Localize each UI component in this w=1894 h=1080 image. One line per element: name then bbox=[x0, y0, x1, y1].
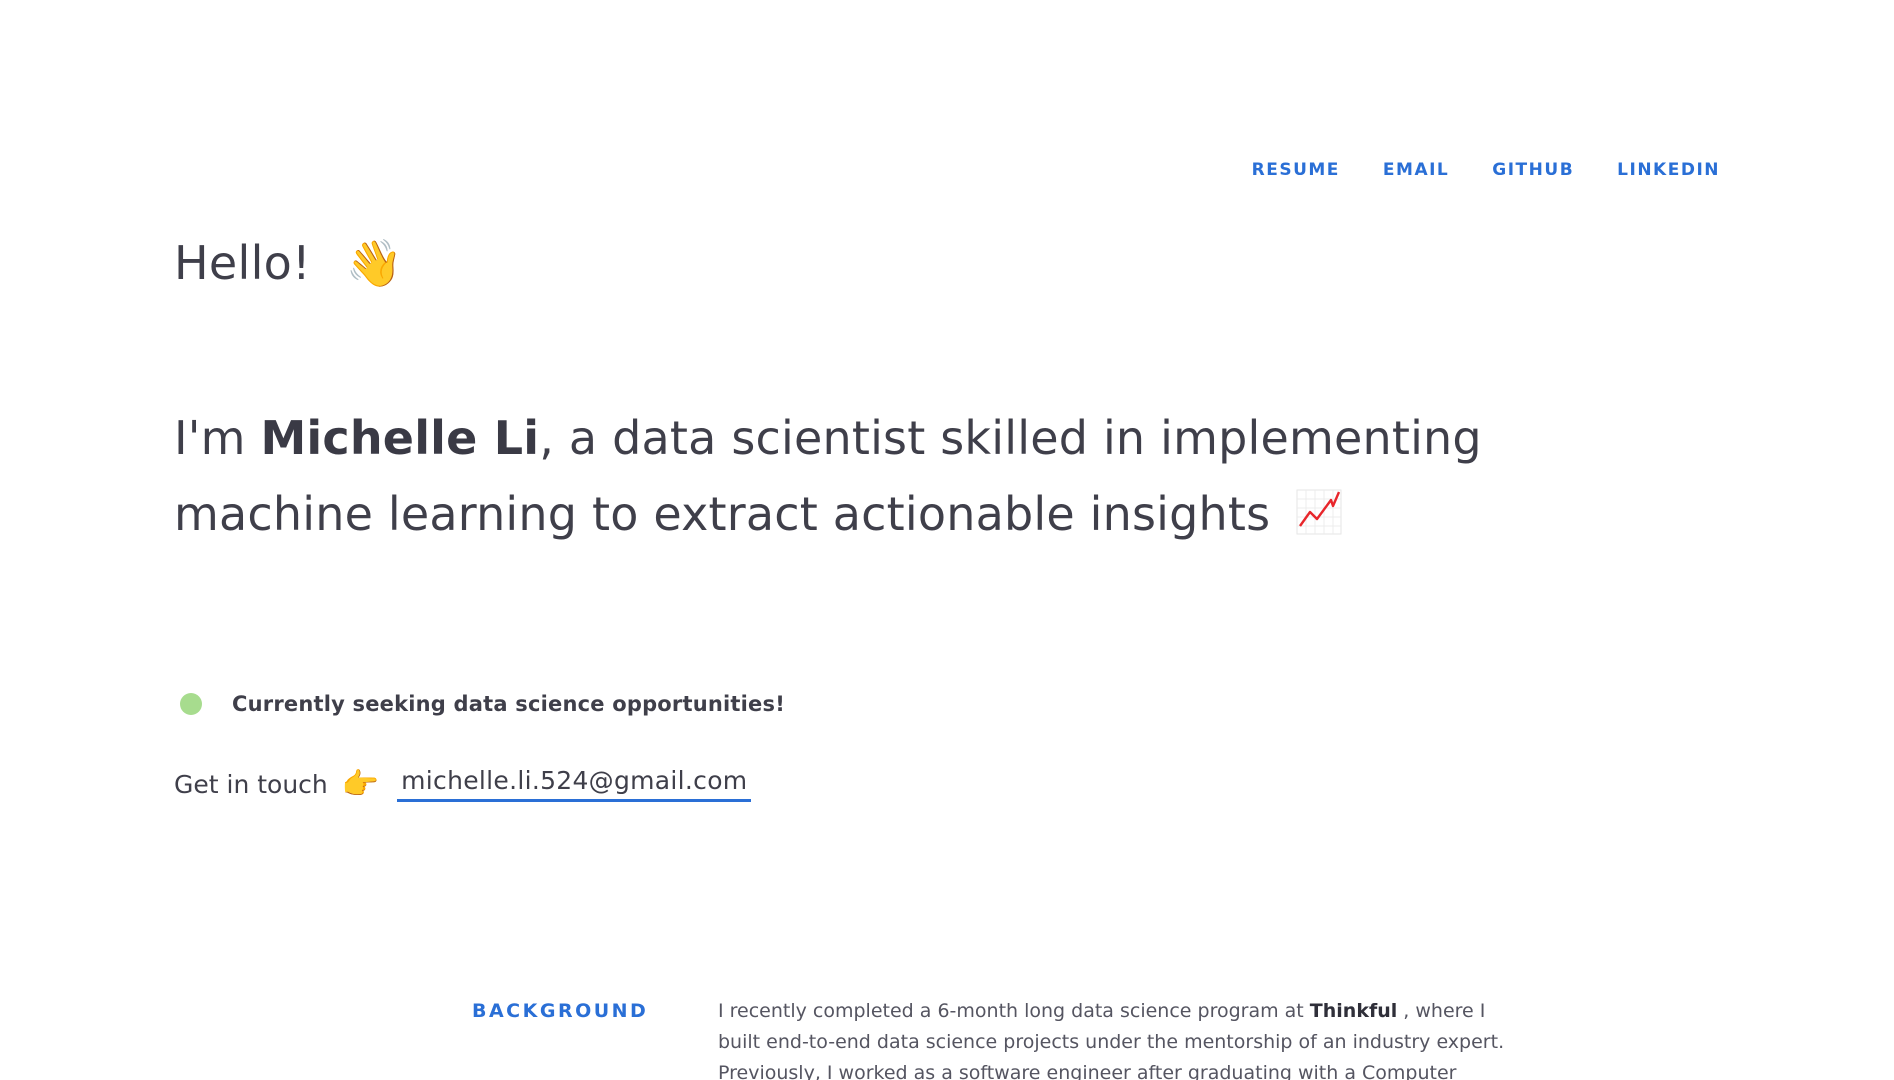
pointing-right-icon: 👉 bbox=[341, 766, 380, 802]
availability-status: Currently seeking data science opportuni… bbox=[180, 692, 785, 716]
greeting-heading: Hello! 👋 bbox=[174, 236, 403, 291]
email-link[interactable]: michelle.li.524@gmail.com bbox=[397, 766, 752, 802]
chart-increasing-icon bbox=[1296, 489, 1342, 534]
nav-github-link[interactable]: GITHUB bbox=[1492, 160, 1574, 180]
background-text-before: I recently completed a 6-month long data… bbox=[718, 1000, 1310, 1022]
contact-line: Get in touch 👉 michelle.li.524@gmail.com bbox=[174, 766, 752, 802]
contact-label: Get in touch bbox=[174, 769, 328, 799]
greeting-text: Hello! bbox=[174, 236, 311, 290]
background-label: BACKGROUND bbox=[472, 1000, 649, 1022]
background-text: I recently completed a 6-month long data… bbox=[718, 996, 1530, 1080]
intro-prefix: I'm bbox=[174, 411, 261, 465]
intro-paragraph: I'm Michelle Li, a data scientist skille… bbox=[174, 400, 1634, 552]
top-nav: RESUME EMAIL GITHUB LINKEDIN bbox=[1252, 160, 1720, 180]
nav-resume-link[interactable]: RESUME bbox=[1252, 160, 1340, 180]
nav-email-link[interactable]: EMAIL bbox=[1383, 160, 1449, 180]
background-section: BACKGROUND I recently completed a 6-mont… bbox=[472, 996, 1530, 1080]
status-text: Currently seeking data science opportuni… bbox=[232, 692, 785, 716]
intro-name: Michelle Li bbox=[260, 411, 540, 465]
waving-hand-icon: 👋 bbox=[345, 236, 404, 290]
nav-linkedin-link[interactable]: LINKEDIN bbox=[1617, 160, 1720, 180]
background-highlight: Thinkful bbox=[1309, 1000, 1398, 1022]
status-dot-icon bbox=[180, 693, 202, 715]
